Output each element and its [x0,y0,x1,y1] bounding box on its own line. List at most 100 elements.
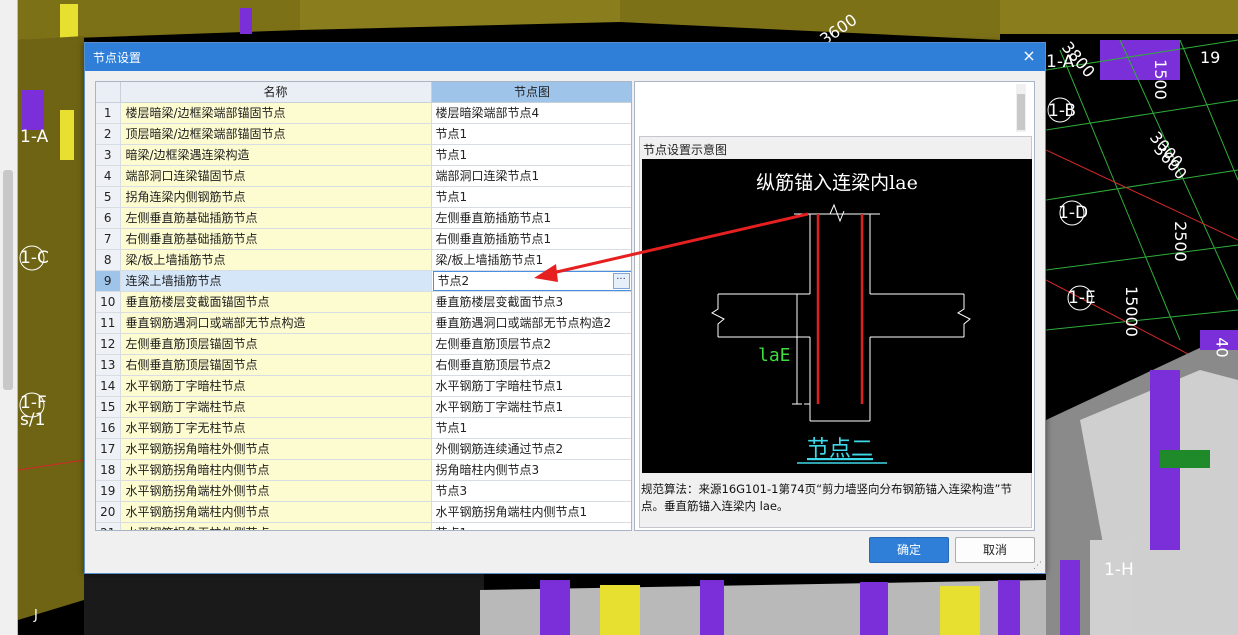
row-node-cell[interactable]: 梁/板上墙插筋节点1 [431,249,631,271]
row-name-cell[interactable]: 右侧垂直筋基础插筋节点 [120,228,432,250]
row-index[interactable]: 17 [96,438,121,460]
axis-label: 1-A [20,127,49,147]
row-node-cell[interactable]: 节点1 [431,186,631,208]
row-node-cell[interactable]: 节点1 [431,522,631,530]
row-node-cell[interactable]: 水平钢筋丁字端柱节点1 [431,396,631,418]
row-index[interactable]: 20 [96,501,121,523]
row-index[interactable]: 8 [96,249,121,271]
row-index[interactable]: 3 [96,144,121,166]
preview-panel: 节点设置示意图 纵筋锚入连梁内lae laE 节点二 规范算法：来源16G101… [634,81,1035,531]
row-name-cell[interactable]: 右侧垂直筋顶层锚固节点 [120,354,432,376]
row-name-cell[interactable]: 梁/板上墙插筋节点 [120,249,432,271]
row-node-cell[interactable]: 拐角暗柱内侧节点3 [431,459,631,481]
table-row[interactable]: 11 垂直钢筋遇洞口或端部无节点构造 垂直筋遇洞口或端部无节点构造2 [96,312,631,334]
row-name-cell[interactable]: 楼层暗梁/边框梁端部锚固节点 [120,102,432,124]
row-index[interactable]: 10 [96,291,121,313]
row-name-cell[interactable]: 暗梁/边框梁遇连梁构造 [120,144,432,166]
row-index[interactable]: 16 [96,417,121,439]
table-row[interactable]: 19 水平钢筋拐角端柱外侧节点 节点3 [96,480,631,502]
table-row[interactable]: 10 垂直筋楼层变截面锚固节点 垂直筋楼层变截面节点3 [96,291,631,313]
row-name-cell[interactable]: 水平钢筋拐角暗柱内侧节点 [120,459,432,481]
preview-scrollbar[interactable] [1016,84,1026,132]
row-name-cell[interactable]: 左侧垂直筋基础插筋节点 [120,207,432,229]
row-node-cell[interactable]: 垂直筋遇洞口或端部无节点构造2 [431,312,631,334]
table-row[interactable]: 3 暗梁/边框梁遇连梁构造 节点1 [96,144,631,166]
row-name-cell[interactable]: 垂直钢筋遇洞口或端部无节点构造 [120,312,432,334]
table-row[interactable]: 16 水平钢筋丁字无柱节点 节点1 [96,417,631,439]
row-name-cell[interactable]: 水平钢筋丁字暗柱节点 [120,375,432,397]
row-name-cell[interactable]: 水平钢筋拐角端柱内侧节点 [120,501,432,523]
row-name-cell[interactable]: 水平钢筋拐角无柱外侧节点 [120,522,432,530]
table-row[interactable]: 2 顶层暗梁/边框梁端部锚固节点 节点1 [96,123,631,145]
ok-button[interactable]: 确定 [869,537,949,563]
row-index[interactable]: 19 [96,480,121,502]
header-node[interactable]: 节点图 [431,82,631,103]
row-index[interactable]: 18 [96,459,121,481]
table-row[interactable]: 14 水平钢筋丁字暗柱节点 水平钢筋丁字暗柱节点1 [96,375,631,397]
preview-scrollbar-thumb[interactable] [1017,94,1025,130]
row-node-cell[interactable]: 左侧垂直筋插筋节点1 [431,207,631,229]
row-node-cell[interactable]: 水平钢筋丁字暗柱节点1 [431,375,631,397]
row-node-cell[interactable]: 端部洞口连梁节点1 [431,165,631,187]
table-row[interactable]: 1 楼层暗梁/边框梁端部锚固节点 楼层暗梁端部节点4 [96,102,631,124]
table-row[interactable]: 20 水平钢筋拐角端柱内侧节点 水平钢筋拐角端柱内侧节点1 [96,501,631,523]
row-index[interactable]: 15 [96,396,121,418]
row-index[interactable]: 14 [96,375,121,397]
table-row[interactable]: 17 水平钢筋拐角暗柱外侧节点 外侧钢筋连续通过节点2 [96,438,631,460]
row-node-cell[interactable]: 右侧垂直筋顶层节点2 [431,354,631,376]
row-name-cell[interactable]: 端部洞口连梁锚固节点 [120,165,432,187]
row-node-cell[interactable]: 节点2 ··· [431,270,631,292]
row-node-cell[interactable]: 水平钢筋拐角端柱内侧节点1 [431,501,631,523]
left-scrollbar[interactable] [0,0,18,635]
table-row[interactable]: 12 左侧垂直筋顶层锚固节点 左侧垂直筋顶层节点2 [96,333,631,355]
table-row[interactable]: 15 水平钢筋丁字端柱节点 水平钢筋丁字端柱节点1 [96,396,631,418]
row-node-cell[interactable]: 楼层暗梁端部节点4 [431,102,631,124]
close-button[interactable]: × [1019,46,1039,66]
ellipsis-button[interactable]: ··· [612,272,630,289]
row-node-cell[interactable]: 节点1 [431,123,631,145]
header-name[interactable]: 名称 [120,82,432,103]
row-index[interactable]: 12 [96,333,121,355]
row-node-cell[interactable]: 节点3 [431,480,631,502]
row-index[interactable]: 1 [96,102,121,124]
row-index[interactable]: 5 [96,186,121,208]
table-row[interactable]: 6 左侧垂直筋基础插筋节点 左侧垂直筋插筋节点1 [96,207,631,229]
table-row[interactable]: 13 右侧垂直筋顶层锚固节点 右侧垂直筋顶层节点2 [96,354,631,376]
row-name-cell[interactable]: 拐角连梁内侧钢筋节点 [120,186,432,208]
left-scrollbar-thumb[interactable] [3,170,13,390]
row-index[interactable]: 11 [96,312,121,334]
row-index[interactable]: 9 [96,270,121,292]
row-node-cell[interactable]: 左侧垂直筋顶层节点2 [431,333,631,355]
table-row[interactable]: 5 拐角连梁内侧钢筋节点 节点1 [96,186,631,208]
table-row[interactable]: 7 右侧垂直筋基础插筋节点 右侧垂直筋插筋节点1 [96,228,631,250]
row-index[interactable]: 2 [96,123,121,145]
row-node-cell[interactable]: 垂直筋楼层变截面节点3 [431,291,631,313]
dialog-titlebar[interactable]: 节点设置 × [85,43,1045,71]
resize-grip-icon[interactable]: ⋰ [1033,561,1043,571]
row-name-cell[interactable]: 顶层暗梁/边框梁端部锚固节点 [120,123,432,145]
row-index[interactable]: 4 [96,165,121,187]
row-name-cell[interactable]: 水平钢筋拐角暗柱外侧节点 [120,438,432,460]
table-row[interactable]: 8 梁/板上墙插筋节点 梁/板上墙插筋节点1 [96,249,631,271]
table-row[interactable]: 4 端部洞口连梁锚固节点 端部洞口连梁节点1 [96,165,631,187]
row-name-cell[interactable]: 水平钢筋丁字无柱节点 [120,417,432,439]
row-index[interactable]: 6 [96,207,121,229]
table-row[interactable]: 21水平钢筋拐角无柱外侧节点节点1 [96,522,631,530]
row-name-cell[interactable]: 水平钢筋拐角端柱外侧节点 [120,480,432,502]
row-name-cell[interactable]: 水平钢筋丁字端柱节点 [120,396,432,418]
row-name-cell[interactable]: 连梁上墙插筋节点 [120,270,432,292]
row-name-cell[interactable]: 垂直筋楼层变截面锚固节点 [120,291,432,313]
row-index[interactable]: 21 [96,522,121,530]
row-node-cell[interactable]: 外侧钢筋连续通过节点2 [431,438,631,460]
row-node-cell[interactable]: 节点1 [431,144,631,166]
table-row[interactable]: 18 水平钢筋拐角暗柱内侧节点 拐角暗柱内侧节点3 [96,459,631,481]
row-index[interactable]: 13 [96,354,121,376]
table-row[interactable]: 9 连梁上墙插筋节点 节点2 ··· [96,270,631,292]
row-name-cell[interactable]: 左侧垂直筋顶层锚固节点 [120,333,432,355]
node-cell-value: 节点2 [437,273,470,288]
row-index[interactable]: 7 [96,228,121,250]
cancel-button[interactable]: 取消 [955,537,1035,563]
node-cell-editor[interactable]: 节点2 ··· [432,270,631,290]
row-node-cell[interactable]: 右侧垂直筋插筋节点1 [431,228,631,250]
row-node-cell[interactable]: 节点1 [431,417,631,439]
